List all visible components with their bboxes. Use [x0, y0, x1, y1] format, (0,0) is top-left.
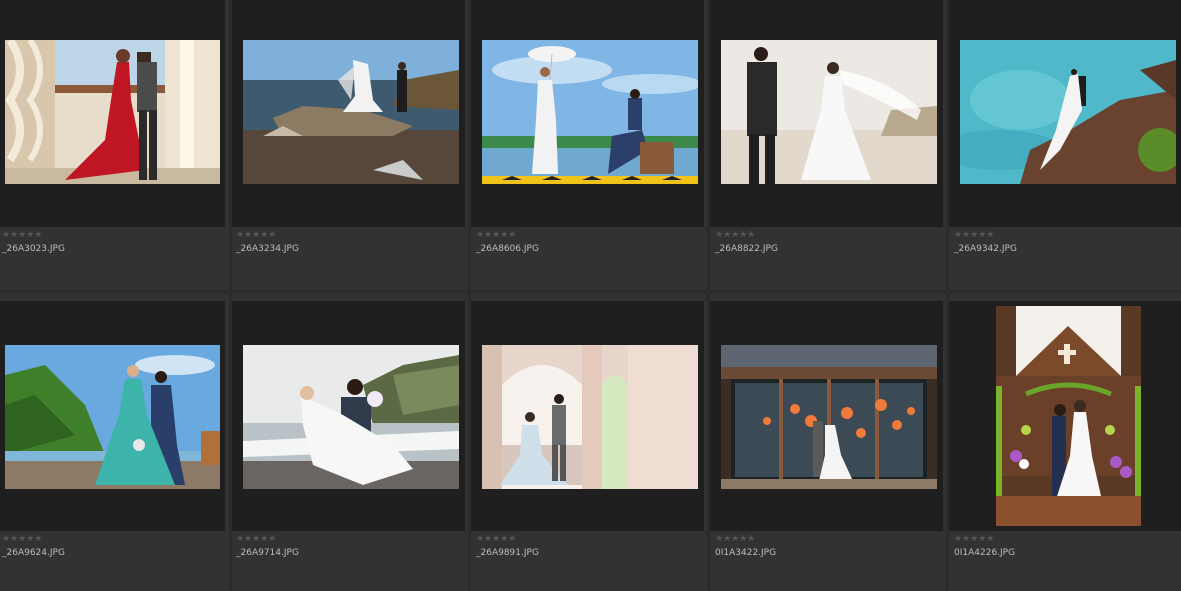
rating-stars[interactable]: ★★★★★: [2, 230, 42, 240]
couple-glass-doors-lanterns-photo[interactable]: [721, 345, 937, 489]
photo-filename: 0I1A4226.JPG: [954, 548, 1016, 558]
rating-stars[interactable]: ★★★★★: [954, 230, 994, 240]
couple-arch-pavilion-photo[interactable]: [482, 345, 698, 489]
photo-cell[interactable]: ★★★★★ _26A3023.JPG: [0, 0, 229, 290]
rating-stars[interactable]: ★★★★★: [2, 534, 42, 544]
bride-parasol-pier-photo[interactable]: [482, 40, 698, 184]
photo-cell[interactable]: ★★★★★ 0I1A4226.JPG: [949, 293, 1181, 591]
couple-cliff-turquoise-sea-photo[interactable]: [960, 40, 1176, 184]
photo-filename: 0I1A3422.JPG: [715, 548, 777, 558]
photo-cell[interactable]: ★★★★★ _26A9714.JPG: [232, 293, 468, 591]
rating-stars[interactable]: ★★★★★: [954, 534, 994, 544]
photo-grid: ★★★★★ _26A3023.JPG ★★★★★ _26A3234.JPG ★★…: [0, 0, 1181, 591]
photo-meta: ★★★★★ _26A9624.JPG: [0, 531, 228, 591]
photo-meta: ★★★★★ _26A9891.JPG: [471, 531, 699, 591]
rating-stars[interactable]: ★★★★★: [236, 534, 276, 544]
bride-red-dress-columns-photo[interactable]: [5, 40, 220, 184]
photo-meta: ★★★★★ _26A3023.JPG: [0, 227, 228, 290]
photo-meta: ★★★★★ 0I1A4226.JPG: [949, 531, 1177, 591]
couple-beach-veil-photo[interactable]: [721, 40, 937, 184]
thumbnail-frame[interactable]: [710, 0, 943, 227]
rating-stars[interactable]: ★★★★★: [476, 230, 516, 240]
thumbnail-frame[interactable]: [232, 0, 465, 227]
photo-filename: _26A9891.JPG: [476, 548, 539, 558]
rating-stars[interactable]: ★★★★★: [715, 534, 755, 544]
photo-filename: _26A3234.JPG: [236, 244, 299, 254]
rating-stars[interactable]: ★★★★★: [715, 230, 755, 240]
thumbnail-frame[interactable]: [710, 301, 943, 531]
photo-meta: ★★★★★ _26A9342.JPG: [949, 227, 1177, 290]
photo-filename: _26A8822.JPG: [715, 244, 778, 254]
thumbnail-frame[interactable]: [471, 0, 704, 227]
photo-filename: _26A9624.JPG: [2, 548, 65, 558]
photo-cell[interactable]: ★★★★★ _26A9891.JPG: [471, 293, 707, 591]
groom-lifting-bride-photo[interactable]: [243, 345, 459, 489]
photo-meta: ★★★★★ _26A8606.JPG: [471, 227, 699, 290]
couple-rocky-shore-photo[interactable]: [243, 40, 459, 184]
photo-filename: _26A9342.JPG: [954, 244, 1017, 254]
bride-teal-gown-coast-photo[interactable]: [5, 345, 220, 489]
photo-cell[interactable]: ★★★★★ _26A9342.JPG: [949, 0, 1181, 290]
thumbnail-frame[interactable]: [232, 301, 465, 531]
thumbnail-frame[interactable]: [471, 301, 704, 531]
rating-stars[interactable]: ★★★★★: [236, 230, 276, 240]
thumbnail-frame[interactable]: [949, 301, 1181, 531]
thumbnail-frame[interactable]: [949, 0, 1181, 227]
photo-filename: _26A8606.JPG: [476, 244, 539, 254]
rating-stars[interactable]: ★★★★★: [476, 534, 516, 544]
photo-meta: ★★★★★ _26A9714.JPG: [232, 531, 460, 591]
thumbnail-frame[interactable]: [0, 0, 225, 227]
photo-meta: ★★★★★ _26A8822.JPG: [710, 227, 938, 290]
couple-chapel-kiss-photo[interactable]: [996, 306, 1141, 526]
photo-filename: _26A9714.JPG: [236, 548, 299, 558]
photo-filename: _26A3023.JPG: [2, 244, 65, 254]
photo-cell[interactable]: ★★★★★ _26A8822.JPG: [710, 0, 946, 290]
thumbnail-frame[interactable]: [0, 301, 225, 531]
photo-meta: ★★★★★ _26A3234.JPG: [232, 227, 460, 290]
photo-cell[interactable]: ★★★★★ _26A9624.JPG: [0, 293, 229, 591]
photo-cell[interactable]: ★★★★★ _26A8606.JPG: [471, 0, 707, 290]
photo-cell[interactable]: ★★★★★ _26A3234.JPG: [232, 0, 468, 290]
photo-meta: ★★★★★ 0I1A3422.JPG: [710, 531, 938, 591]
photo-cell[interactable]: ★★★★★ 0I1A3422.JPG: [710, 293, 946, 591]
